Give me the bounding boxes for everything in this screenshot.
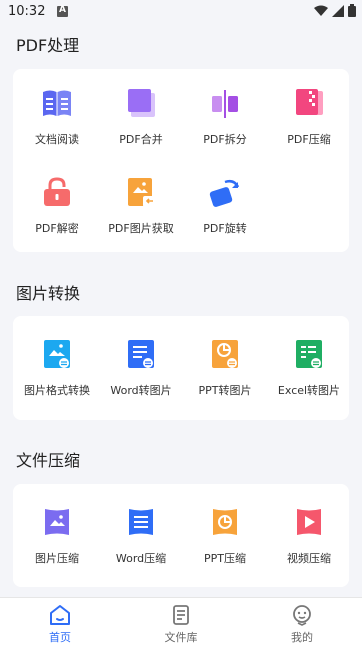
word-to-image-icon [128, 340, 154, 368]
tool-label: PDF压缩 [287, 133, 331, 146]
tool-label: PDF解密 [35, 222, 79, 235]
tool-label: PDF拆分 [203, 133, 247, 146]
section-title-image-convert: 图片转换 [16, 284, 81, 303]
tool-word-compress[interactable]: Word压缩 [99, 506, 183, 566]
word-compress-icon [129, 509, 153, 535]
image-convert-card: 图片格式转换 Word转图片 PPT转图片 Excel转图片 [13, 316, 349, 420]
tool-label: PDF合并 [119, 133, 163, 146]
tool-image-format-convert[interactable]: 图片格式转换 [15, 338, 99, 398]
pdf-image-extract-icon [128, 178, 157, 207]
section-title-pdf: PDF处理 [16, 36, 80, 55]
bottom-tab-bar: 首页 文件库 我的 [0, 597, 362, 645]
tool-pdf-merge[interactable]: PDF合并 [99, 87, 183, 147]
tool-label: PPT压缩 [204, 552, 246, 565]
file-library-icon [173, 605, 189, 625]
tool-document-read[interactable]: 文档阅读 [15, 87, 99, 147]
signal-icon [332, 4, 344, 17]
pdf-compress-icon [296, 89, 323, 115]
tool-label: Word转图片 [110, 384, 172, 397]
image-compress-icon [45, 509, 69, 535]
tool-pdf-rotate[interactable]: PDF旋转 [183, 176, 267, 236]
tool-label: PDF图片获取 [108, 222, 174, 235]
tool-label: Word压缩 [115, 552, 167, 565]
tool-label: PPT转图片 [198, 384, 252, 397]
tool-pdf-decrypt[interactable]: PDF解密 [15, 176, 99, 236]
tab-profile[interactable]: 我的 [242, 598, 362, 645]
unlock-icon [44, 177, 70, 206]
tool-image-compress[interactable]: 图片压缩 [15, 506, 99, 566]
file-compress-card: 图片压缩 Word压缩 PPT压缩 视频压缩 [13, 484, 349, 587]
tool-pdf-image-extract[interactable]: PDF图片获取 [99, 176, 183, 236]
status-bar: 10:32 [0, 0, 362, 24]
tool-ppt-compress[interactable]: PPT压缩 [183, 506, 267, 566]
rotate-icon [209, 179, 240, 207]
video-compress-icon [297, 509, 321, 535]
tool-label: 图片格式转换 [24, 384, 90, 397]
wifi-icon [314, 5, 328, 16]
tab-label: 首页 [49, 631, 71, 644]
tool-ppt-to-image[interactable]: PPT转图片 [183, 338, 267, 398]
tool-label: PDF旋转 [203, 222, 247, 235]
notification-a-icon [57, 5, 68, 17]
book-reader-icon [43, 90, 71, 116]
status-time: 10:32 [8, 4, 46, 19]
section-title-file-compress: 文件压缩 [16, 451, 81, 470]
tool-word-to-image[interactable]: Word转图片 [99, 338, 183, 398]
pdf-merge-icon [128, 89, 155, 117]
tool-excel-to-image[interactable]: Excel转图片 [267, 338, 351, 398]
status-icons [314, 4, 356, 17]
image-convert-icon [44, 340, 70, 368]
excel-to-image-icon [296, 340, 322, 368]
pdf-split-icon [212, 90, 238, 118]
ppt-compress-icon [213, 509, 237, 535]
home-icon [50, 605, 70, 625]
tool-label: 图片压缩 [35, 552, 79, 565]
battery-icon [348, 4, 356, 17]
tool-label: 视频压缩 [287, 552, 331, 565]
profile-icon [293, 605, 311, 626]
tool-label: Excel转图片 [277, 384, 341, 397]
pdf-tools-card: 文档阅读 PDF合并 PDF拆分 PDF压缩 PDF解密 PDF图片获取 PDF… [13, 69, 349, 252]
tab-label: 我的 [291, 631, 313, 644]
tab-label: 文件库 [164, 631, 198, 644]
tool-pdf-compress[interactable]: PDF压缩 [267, 87, 351, 147]
tab-home[interactable]: 首页 [0, 598, 120, 645]
tab-file-library[interactable]: 文件库 [121, 598, 241, 645]
tool-video-compress[interactable]: 视频压缩 [267, 506, 351, 566]
tool-label: 文档阅读 [35, 133, 79, 146]
tool-pdf-split[interactable]: PDF拆分 [183, 87, 267, 147]
ppt-to-image-icon [212, 340, 238, 368]
